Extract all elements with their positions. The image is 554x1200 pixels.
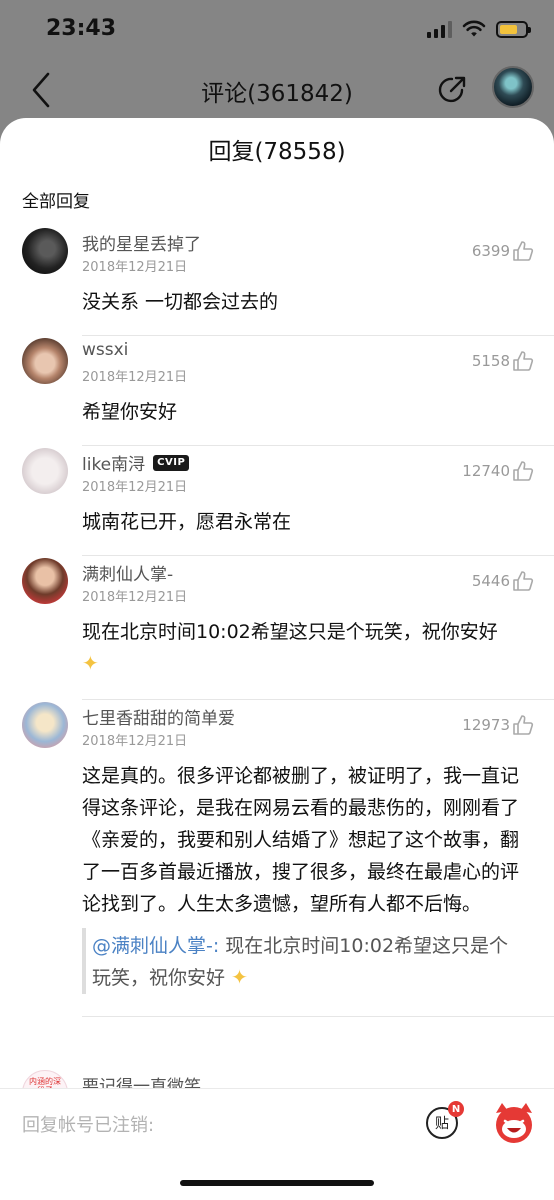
section-label: 全部回复	[22, 192, 90, 212]
battery-icon	[496, 20, 531, 38]
reply-bar: 回复帐号已注销: 贴 N	[0, 1088, 554, 1200]
post-label: 贴	[435, 1116, 449, 1132]
comment-date: 2018年12月21日	[82, 260, 188, 275]
comment-text: 现在北京时间10:02希望这只是个玩笑，祝你安好	[82, 621, 498, 643]
star-emoji-icon: ✦	[82, 651, 99, 675]
vip-badge: CVIP	[153, 454, 190, 471]
like-count: 12740	[462, 462, 510, 480]
comment-date: 2018年12月21日	[82, 480, 188, 495]
star-emoji-icon: ✦	[231, 965, 248, 989]
user-avatar[interactable]	[492, 66, 534, 108]
like-count: 5158	[471, 352, 510, 370]
like-button[interactable]: 5446	[472, 570, 534, 592]
emoji-icon[interactable]	[490, 1099, 538, 1147]
comment-username[interactable]: like南浔 CVIP	[82, 450, 190, 475]
comment-item: 我的星星丢掉了 2018年12月21日 6399 没关系 一切都会过去的	[0, 218, 554, 336]
avatar[interactable]	[22, 228, 68, 274]
screen: 23:43 评论(361842) 回复(78558) 全部回复 我的星星丢掉了 …	[0, 0, 554, 1200]
comment-date: 2018年12月21日	[82, 734, 188, 749]
home-indicator	[180, 1180, 374, 1186]
avatar[interactable]	[22, 338, 68, 384]
username-text: 满刺仙人掌-	[82, 565, 174, 585]
username-text: 七里香甜甜的简单爱	[82, 709, 235, 729]
sheet-title: 回复(78558)	[208, 139, 346, 165]
comment-item: 七里香甜甜的简单爱 2018年12月21日 12973 这是真的。很多评论都被删…	[0, 692, 554, 1060]
thumbs-up-icon	[513, 461, 534, 481]
quoted-comment[interactable]: @满刺仙人掌-: 现在北京时间10:02希望这只是个玩笑，祝你安好 ✦	[82, 928, 524, 994]
divider	[82, 1016, 554, 1017]
avatar[interactable]	[22, 448, 68, 494]
username-text: 我的星星丢掉了	[82, 235, 201, 255]
reply-sheet: 回复(78558) 全部回复 我的星星丢掉了 2018年12月21日 6399 …	[0, 118, 554, 1200]
like-count: 12973	[462, 716, 510, 734]
username-text: like南浔	[82, 455, 146, 475]
comment-item: 满刺仙人掌- 2018年12月21日 5446 现在北京时间10:02希望这只是…	[0, 548, 554, 700]
thumbs-up-icon	[513, 351, 534, 371]
like-button[interactable]: 5158	[472, 350, 534, 372]
avatar[interactable]	[22, 702, 68, 748]
like-button[interactable]: 12740	[462, 460, 534, 482]
comment-date: 2018年12月21日	[82, 590, 188, 605]
mention-link[interactable]: @满刺仙人掌-:	[92, 935, 219, 957]
signal-icon	[427, 20, 452, 38]
username-text: wssxi	[82, 340, 129, 360]
new-badge: N	[448, 1101, 464, 1117]
like-count: 5446	[471, 572, 510, 590]
status-bar: 23:43	[0, 0, 554, 60]
comment-item: like南浔 CVIP 2018年12月21日 12740 城南花已开，愿君永常…	[0, 438, 554, 556]
like-count: 6399	[471, 242, 510, 260]
comment-username[interactable]: wssxi	[82, 340, 128, 360]
status-time: 23:43	[46, 16, 117, 41]
comment-date: 2018年12月21日	[82, 370, 188, 385]
nav-bar: 评论(361842)	[0, 60, 554, 118]
like-button[interactable]: 12973	[462, 714, 534, 736]
thumbs-up-icon	[513, 241, 534, 261]
avatar[interactable]	[22, 558, 68, 604]
share-icon[interactable]	[432, 70, 472, 110]
comment-item: wssxi 2018年12月21日 5158 希望你安好	[0, 328, 554, 446]
status-icons	[427, 20, 531, 38]
comment-username[interactable]: 满刺仙人掌-	[82, 560, 173, 585]
reply-input[interactable]: 回复帐号已注销:	[22, 1111, 154, 1137]
thumbs-up-icon	[513, 571, 534, 591]
comment-username[interactable]: 七里香甜甜的简单爱	[82, 704, 235, 729]
thumbs-up-icon	[513, 715, 534, 735]
wifi-icon	[462, 20, 486, 37]
comment-username[interactable]: 我的星星丢掉了	[82, 230, 201, 255]
like-button[interactable]: 6399	[472, 240, 534, 262]
comment-list: 我的星星丢掉了 2018年12月21日 6399 没关系 一切都会过去的 wss…	[0, 218, 554, 1120]
post-button[interactable]: 贴 N	[422, 1101, 464, 1143]
